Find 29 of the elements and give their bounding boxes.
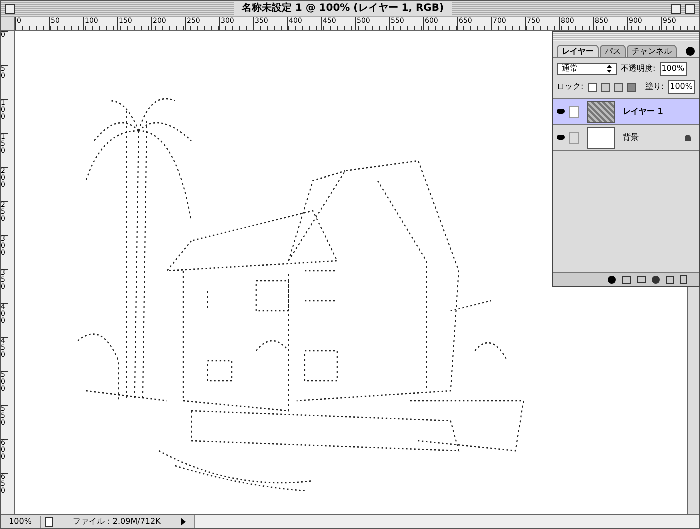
panel-menu-icon[interactable] — [686, 47, 695, 56]
lock-label: ロック: — [557, 81, 584, 93]
panel-tab[interactable]: パス — [600, 45, 626, 57]
fill-field[interactable]: 100% — [668, 80, 695, 94]
layer-row[interactable]: レイヤー 1 — [553, 99, 699, 125]
layer-thumbnail — [587, 126, 615, 148]
panel-tab[interactable]: チャンネル — [627, 45, 677, 57]
fill-label: 塗り: — [645, 81, 664, 93]
zoom-level[interactable]: 100% — [1, 516, 41, 528]
zoom-box-icon[interactable] — [671, 4, 681, 14]
arrow-right-icon[interactable] — [181, 518, 186, 526]
eye-icon[interactable] — [557, 109, 565, 114]
layer-row[interactable]: 背景 — [553, 125, 699, 151]
close-box-icon[interactable] — [5, 4, 15, 14]
caret-icon — [607, 65, 612, 73]
opacity-label: 不透明度: — [621, 63, 656, 75]
layer-name: レイヤー 1 — [623, 106, 664, 118]
panel-tab[interactable]: レイヤー — [557, 45, 599, 57]
document-icon[interactable] — [45, 516, 53, 526]
collapse-box-icon[interactable] — [685, 4, 695, 14]
lock-transparency-icon[interactable] — [588, 82, 597, 92]
window-title: 名称未設定 1 @ 100% (レイヤー 1, RGB) — [234, 2, 452, 16]
layer-name: 背景 — [623, 132, 640, 144]
blend-mode-select[interactable]: 通常 — [557, 63, 617, 75]
file-size-info: ファイル : 2.09M/712K — [72, 516, 162, 528]
layer-thumbnail — [587, 100, 615, 122]
eye-icon[interactable] — [557, 135, 565, 140]
opacity-field[interactable]: 100% — [660, 62, 687, 76]
horizontal-scrollbar[interactable] — [194, 515, 699, 528]
